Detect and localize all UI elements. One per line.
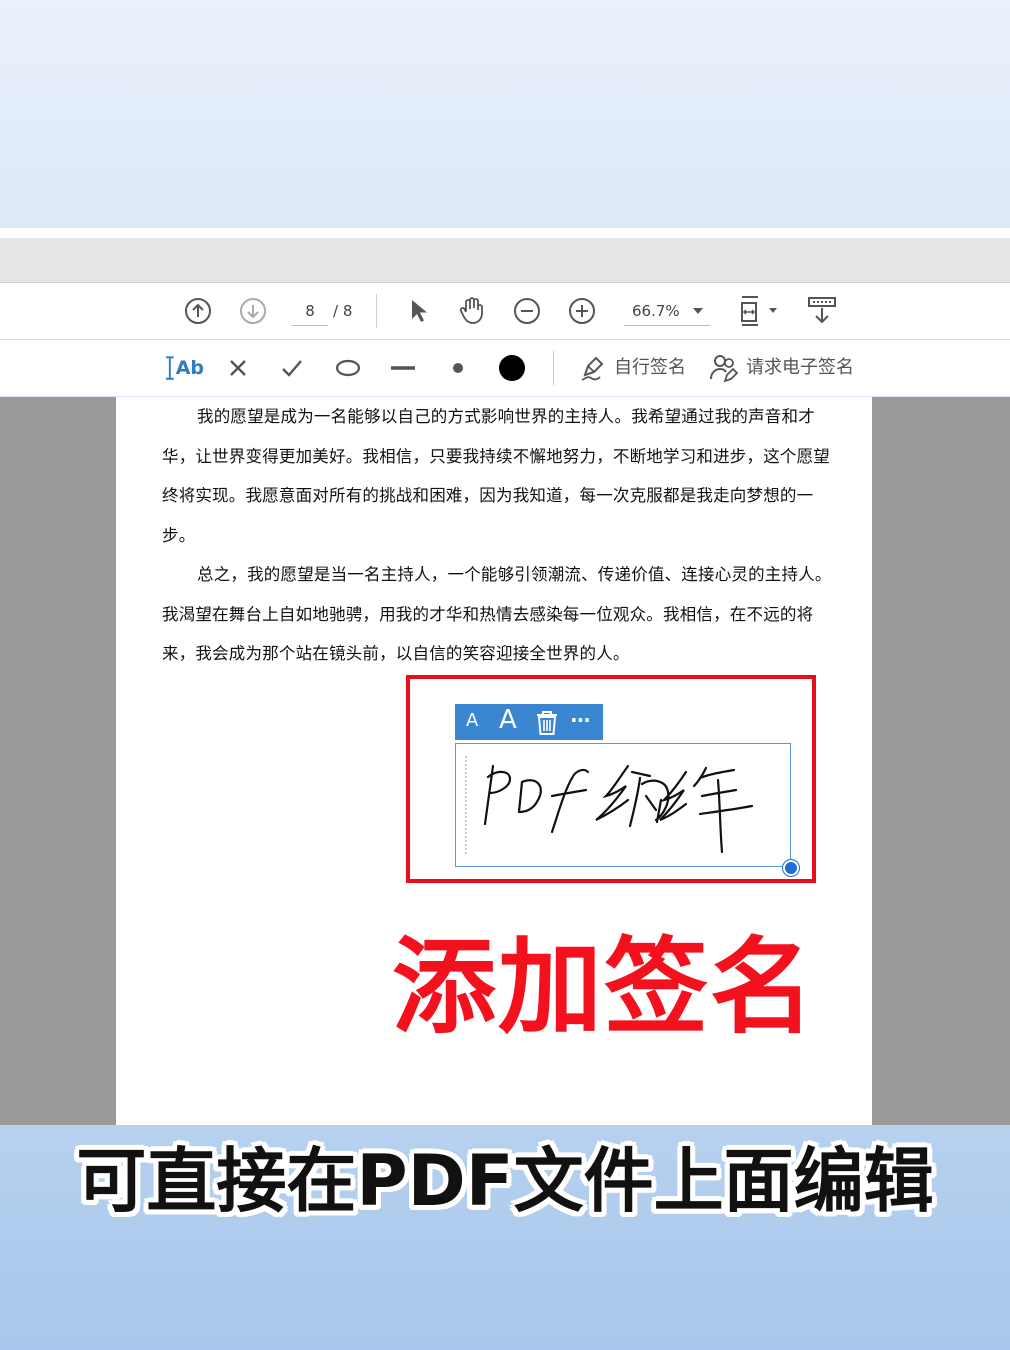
decrease-font-button[interactable]: A [466,710,478,731]
caption-text: 可直接在PDF文件上面编辑 [76,1140,934,1222]
hand-pan-icon[interactable] [455,293,489,327]
resize-handle[interactable] [783,860,799,876]
signature-toolbar: A A ··· [455,704,603,740]
toolbar-separator [553,351,554,385]
navigation-toolbar: 8 / 8 66.7% [0,283,1010,340]
zoom-in-icon[interactable] [566,295,598,327]
window-title-strip [0,238,1010,283]
trash-icon[interactable] [535,710,559,740]
paragraph-2: 总之，我的愿望是当一名主持人，一个能够引领潮流、传递价值、连接心灵的主持人。我渴… [162,555,834,674]
handwritten-signature [465,756,754,856]
scroll-mode-icon[interactable] [805,293,839,329]
add-signature-callout: 添加签名 [391,926,816,1048]
next-page-icon[interactable] [237,295,269,327]
document-viewer[interactable]: 我的愿望是成为一名能够以自己的方式影响世界的主持人。我希望通过我的声音和才华，让… [0,397,1010,1125]
top-background [0,0,1010,228]
dropdown-arrow-icon[interactable] [690,303,706,319]
fill-sign-toolbar: Ab 自行签名 请求电子签名 [0,340,1010,396]
fit-page-icon[interactable] [735,293,781,329]
line-icon[interactable] [388,354,418,382]
divider [0,228,1010,238]
paragraph-1: 我的愿望是成为一名能够以自己的方式影响世界的主持人。我希望通过我的声音和才华，让… [162,397,834,555]
fill-sign-button[interactable]: 自行签名 [614,356,686,380]
toolbar-separator [376,294,377,328]
prev-page-icon[interactable] [182,295,214,327]
increase-font-button[interactable]: A [499,705,517,735]
page-number-input[interactable]: 8 [292,297,328,326]
dot-icon[interactable] [446,354,470,382]
request-signature-icon[interactable] [708,352,742,384]
paragraph-text: 我的愿望是成为一名能够以自己的方式影响世界的主持人。我希望通过我的声音和才华，让… [162,407,830,545]
select-pointer-icon[interactable] [403,295,433,327]
paragraph-text: 总之，我的愿望是当一名主持人，一个能够引领潮流、传递价值、连接心灵的主持人。我渴… [162,565,832,663]
zoom-out-icon[interactable] [511,295,543,327]
zoom-value: 66.7% [632,302,680,320]
check-mark-icon[interactable] [278,354,306,382]
color-swatch-icon[interactable] [497,353,527,383]
more-options-button[interactable]: ··· [570,708,591,732]
page-total: / 8 [333,302,353,320]
pdf-page[interactable]: 我的愿望是成为一名能够以自己的方式影响世界的主持人。我希望通过我的声音和才华，让… [116,397,872,1125]
fill-sign-pen-icon[interactable] [578,352,610,384]
cross-mark-icon[interactable] [224,354,252,382]
add-text-label: Ab [175,357,204,379]
add-text-icon[interactable]: Ab [164,354,204,382]
request-esign-button[interactable]: 请求电子签名 [746,356,854,380]
ellipse-icon[interactable] [333,354,363,382]
signature-annotation[interactable] [455,743,791,867]
